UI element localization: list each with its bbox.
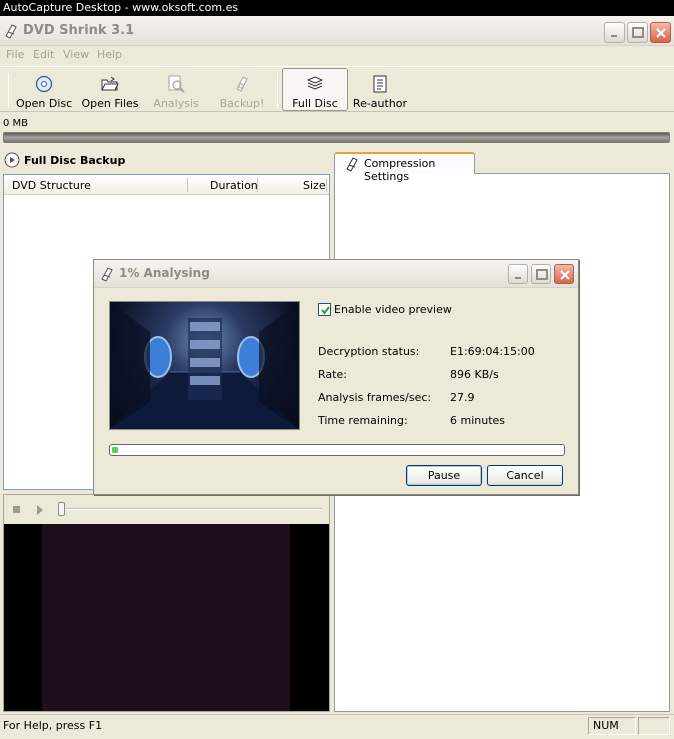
column-size[interactable]: Size bbox=[303, 179, 326, 192]
analysis-button[interactable]: Analysis bbox=[150, 69, 202, 113]
dvd-structure-column-headers: DVD Structure Duration Size bbox=[4, 175, 329, 195]
stop-icon[interactable] bbox=[13, 506, 20, 513]
enable-video-preview-checkbox[interactable] bbox=[318, 303, 331, 316]
decryption-status-value: E1:69:04:15:00 bbox=[450, 345, 535, 358]
compression-icon bbox=[344, 156, 360, 172]
column-separator[interactable] bbox=[257, 178, 258, 192]
full-disc-backup-title: Full Disc Backup bbox=[24, 154, 126, 167]
menu-help[interactable]: Help bbox=[97, 48, 122, 61]
dvd-menu-scene-image bbox=[110, 302, 299, 429]
decryption-status-label: Decryption status: bbox=[318, 345, 420, 358]
minimize-button[interactable] bbox=[604, 22, 625, 43]
document-list-icon bbox=[371, 75, 389, 93]
analysis-magnifier-icon bbox=[167, 75, 185, 93]
disc-icon bbox=[35, 75, 53, 93]
dialog-titlebar[interactable]: 1% Analysing bbox=[94, 260, 578, 288]
folder-icon bbox=[101, 75, 119, 93]
backup-button[interactable]: Backup! bbox=[216, 69, 268, 113]
analysis-fps-value: 27.9 bbox=[450, 391, 475, 404]
menu-bar: File Edit View Help bbox=[0, 46, 674, 65]
open-files-label: Open Files bbox=[81, 97, 139, 110]
analysing-dialog: 1% Analysing Enable video preview Decryp… bbox=[93, 259, 579, 495]
dialog-minimize-button[interactable] bbox=[508, 264, 528, 284]
column-duration[interactable]: Duration bbox=[210, 179, 258, 192]
preview-controls bbox=[4, 495, 329, 523]
re-author-button[interactable]: Re-author bbox=[352, 69, 408, 113]
compression-settings-label: Compression Settings bbox=[364, 157, 436, 183]
analysis-progress-fill bbox=[112, 447, 118, 453]
dialog-close-button[interactable] bbox=[554, 264, 574, 284]
open-files-button[interactable]: Open Files bbox=[80, 69, 140, 113]
maximize-icon bbox=[536, 269, 548, 280]
maximize-icon bbox=[632, 27, 644, 38]
dialog-title: 1% Analysing bbox=[119, 266, 210, 280]
dialog-app-icon bbox=[99, 266, 115, 282]
status-help-text: For Help, press F1 bbox=[3, 719, 103, 732]
maximize-button[interactable] bbox=[627, 22, 648, 43]
rate-value: 896 KB/s bbox=[450, 368, 499, 381]
video-preview-section bbox=[3, 494, 330, 712]
column-separator[interactable] bbox=[187, 178, 188, 192]
checkmark-icon bbox=[321, 306, 330, 315]
full-disc-button[interactable]: Full Disc bbox=[282, 68, 348, 111]
status-bar: For Help, press F1 NUM bbox=[0, 714, 674, 739]
close-icon bbox=[656, 28, 666, 38]
play-icon[interactable] bbox=[37, 505, 43, 515]
time-remaining-value: 6 minutes bbox=[450, 414, 506, 427]
toolbar-separator bbox=[277, 73, 278, 107]
full-disc-label: Full Disc bbox=[292, 97, 338, 110]
dvd-shrink-app-icon bbox=[3, 23, 19, 39]
cancel-button[interactable]: Cancel bbox=[487, 465, 563, 486]
menu-edit[interactable]: Edit bbox=[33, 48, 54, 61]
menu-view[interactable]: View bbox=[63, 48, 89, 61]
status-pane-empty bbox=[638, 717, 670, 735]
re-author-label: Re-author bbox=[352, 97, 408, 110]
disc-size-label: 0 MB bbox=[3, 118, 29, 129]
toolbar: Open Disc Open Files Analysis Backup! Fu… bbox=[0, 66, 674, 112]
pause-button[interactable]: Pause bbox=[406, 465, 482, 486]
full-disc-backup-header: Full Disc Backup bbox=[3, 151, 331, 173]
disc-size-bar bbox=[3, 132, 670, 143]
close-icon bbox=[560, 270, 570, 280]
minimize-icon bbox=[611, 35, 617, 37]
time-remaining-label: Time remaining: bbox=[318, 414, 408, 427]
column-dvd-structure[interactable]: DVD Structure bbox=[12, 179, 91, 192]
close-button[interactable] bbox=[650, 22, 671, 43]
analysis-label: Analysis bbox=[153, 97, 199, 110]
num-lock-indicator: NUM bbox=[593, 719, 619, 732]
enable-video-preview-label[interactable]: Enable video preview bbox=[334, 303, 452, 316]
dialog-maximize-button[interactable] bbox=[531, 264, 551, 284]
open-disc-button[interactable]: Open Disc bbox=[16, 69, 72, 113]
menu-file[interactable]: File bbox=[6, 48, 24, 61]
analysis-progress-bar bbox=[109, 444, 565, 456]
video-preview-area bbox=[4, 524, 329, 711]
rate-label: Rate: bbox=[318, 368, 347, 381]
open-disc-label: Open Disc bbox=[16, 97, 73, 110]
column-separator[interactable] bbox=[326, 178, 327, 192]
toolbar-separator bbox=[8, 73, 9, 107]
video-frame bbox=[42, 524, 290, 711]
window-title: DVD Shrink 3.1 bbox=[23, 23, 135, 38]
backup-label: Backup! bbox=[219, 97, 265, 110]
preview-seek-track[interactable] bbox=[60, 508, 322, 510]
tab-compression-settings[interactable]: Compression Settings bbox=[334, 152, 475, 183]
backup-icon bbox=[233, 75, 251, 93]
video-preview-thumbnail bbox=[109, 301, 300, 430]
analysis-fps-label: Analysis frames/sec: bbox=[318, 391, 432, 404]
window-titlebar[interactable]: DVD Shrink 3.1 bbox=[0, 16, 674, 46]
capture-banner: AutoCapture Desktop - www.oksoft.com.es bbox=[0, 0, 674, 16]
disc-play-icon bbox=[4, 152, 20, 168]
stacked-discs-icon bbox=[306, 75, 324, 93]
minimize-icon bbox=[515, 277, 521, 279]
preview-seek-thumb[interactable] bbox=[58, 502, 65, 516]
